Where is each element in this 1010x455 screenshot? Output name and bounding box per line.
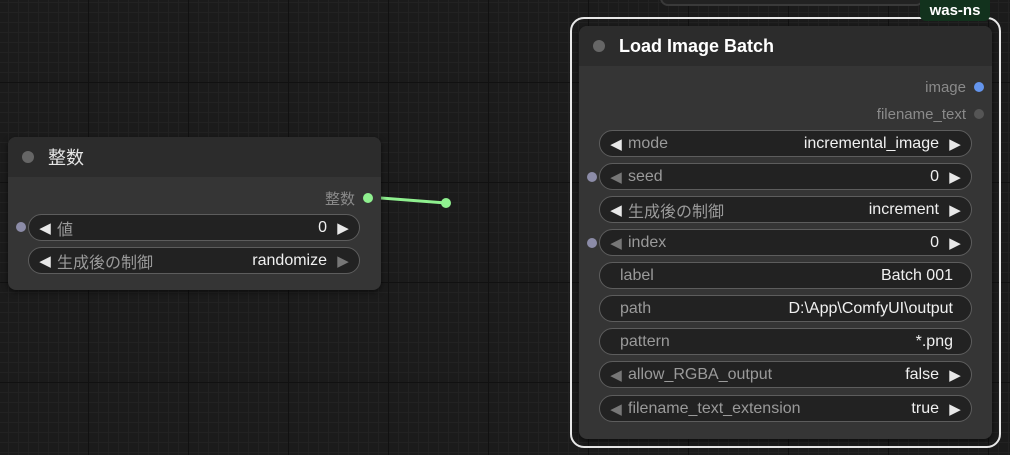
widget-allow-rgba-output[interactable]: ◀ allow_RGBA_output false ▶ xyxy=(599,361,972,388)
widget-label: 生成後の制御 xyxy=(57,254,154,272)
widget-value-text: D:\App\ComfyUI\output xyxy=(788,299,953,317)
prev-option-arrow-icon[interactable]: ◀ xyxy=(35,252,55,270)
widget-value-text: increment xyxy=(868,200,939,218)
widget-label: seed xyxy=(628,167,663,185)
widget-filename-text-extension[interactable]: ◀ filename_text_extension true ▶ xyxy=(599,395,972,422)
widget-label: path xyxy=(620,299,652,317)
widget-index[interactable]: ◀ index 0 ▶ xyxy=(599,229,972,256)
collapse-dot-icon[interactable] xyxy=(22,151,34,163)
widget-label: label xyxy=(620,266,654,284)
node-title: 整数 xyxy=(48,148,84,168)
next-option-arrow-icon[interactable]: ▶ xyxy=(945,135,965,153)
input-socket-value[interactable] xyxy=(16,222,26,232)
increment-arrow-icon[interactable]: ▶ xyxy=(945,234,965,252)
decrement-arrow-icon[interactable]: ◀ xyxy=(606,168,626,186)
widget-pattern-field[interactable]: pattern *.png xyxy=(599,328,972,355)
increment-arrow-icon[interactable]: ▶ xyxy=(945,168,965,186)
output-label: image xyxy=(925,78,966,96)
integer-node[interactable]: 整数 整数 ◀ 値 0 ▶ ◀ 生成後の制御 randomize ▶ xyxy=(8,137,381,290)
prev-option-arrow-icon[interactable]: ◀ xyxy=(606,135,626,153)
widget-value-text: false xyxy=(905,365,939,383)
widget-label: 生成後の制御 xyxy=(628,203,725,221)
widget-label: filename_text_extension xyxy=(628,399,801,417)
output-socket-image[interactable] xyxy=(974,82,984,92)
collapse-dot-icon[interactable] xyxy=(593,40,605,52)
input-socket-index[interactable] xyxy=(587,238,597,248)
next-option-arrow-icon[interactable]: ▶ xyxy=(333,252,353,270)
widget-value-text: true xyxy=(911,399,939,417)
widget-value-text: randomize xyxy=(252,251,327,269)
widget-path-field[interactable]: path D:\App\ComfyUI\output xyxy=(599,295,972,322)
widget-label: index xyxy=(628,233,667,251)
widget-label: mode xyxy=(628,134,669,152)
next-option-arrow-icon[interactable]: ▶ xyxy=(945,201,965,219)
output-socket-filename-text[interactable] xyxy=(974,109,984,119)
input-socket-seed[interactable] xyxy=(587,172,597,182)
load-image-batch-node[interactable]: Load Image Batch image filename_text ◀ m… xyxy=(579,26,992,439)
widget-seed[interactable]: ◀ seed 0 ▶ xyxy=(599,163,972,190)
link-end-dot xyxy=(441,198,451,208)
toggle-right-arrow-icon[interactable]: ▶ xyxy=(945,366,965,384)
widget-value-text: incremental_image xyxy=(803,134,939,152)
increment-arrow-icon[interactable]: ▶ xyxy=(333,219,353,237)
output-row-filename-text: filename_text xyxy=(877,105,984,123)
widget-control-after-generate[interactable]: ◀ 生成後の制御 increment ▶ xyxy=(599,196,972,223)
widget-mode[interactable]: ◀ mode incremental_image ▶ xyxy=(599,130,972,157)
widget-value-text: 0 xyxy=(318,218,327,236)
node-title: Load Image Batch xyxy=(619,35,775,56)
node-source-badge: was-ns xyxy=(920,0,990,21)
output-row-int: 整数 xyxy=(324,189,373,208)
widget-value-text: 0 xyxy=(930,167,939,185)
widget-control-after-generate[interactable]: ◀ 生成後の制御 randomize ▶ xyxy=(28,247,360,274)
widget-label-field[interactable]: label Batch 001 xyxy=(599,262,972,289)
output-label: 整数 xyxy=(324,190,355,208)
load-image-batch-header[interactable]: Load Image Batch xyxy=(579,26,992,66)
widget-label: allow_RGBA_output xyxy=(628,365,773,383)
widget-label: pattern xyxy=(620,332,670,350)
prev-option-arrow-icon[interactable]: ◀ xyxy=(606,201,626,219)
output-label: filename_text xyxy=(876,105,966,123)
toggle-right-arrow-icon[interactable]: ▶ xyxy=(945,400,965,418)
widget-value-text: 0 xyxy=(930,233,939,251)
widget-value-text: Batch 001 xyxy=(880,266,953,284)
widget-label: 値 xyxy=(57,221,74,239)
widget-value-text: *.png xyxy=(915,332,953,350)
widget-value[interactable]: ◀ 値 0 ▶ xyxy=(28,214,360,241)
toggle-left-arrow-icon[interactable]: ◀ xyxy=(606,366,626,384)
decrement-arrow-icon[interactable]: ◀ xyxy=(606,234,626,252)
integer-node-header[interactable]: 整数 xyxy=(8,137,381,177)
output-socket-int[interactable] xyxy=(363,193,373,203)
output-row-image: image xyxy=(925,78,984,96)
decrement-arrow-icon[interactable]: ◀ xyxy=(35,219,55,237)
toggle-left-arrow-icon[interactable]: ◀ xyxy=(606,400,626,418)
